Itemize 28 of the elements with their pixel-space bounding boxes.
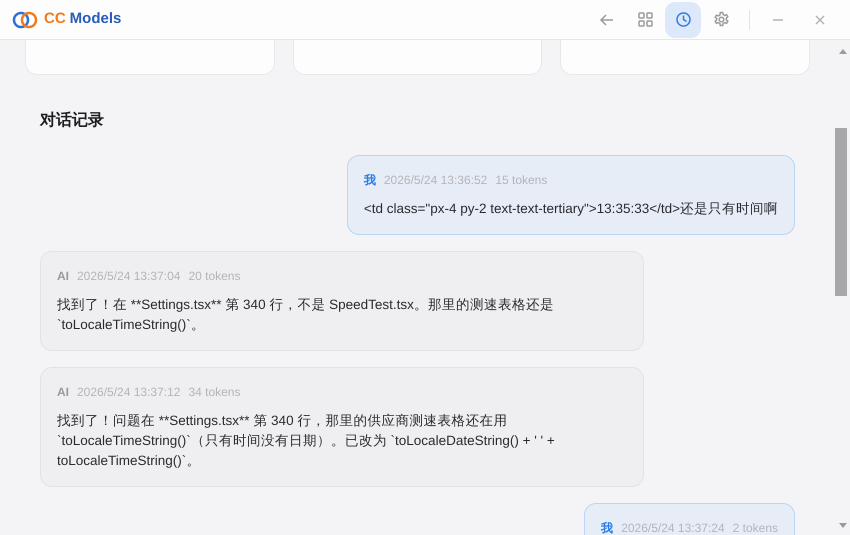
scroll-up-icon[interactable] — [839, 48, 847, 54]
app-title: CC — [44, 9, 66, 30]
message-time: 2026/5/24 13:36:52 — [384, 172, 488, 189]
message-time: 2026/5/24 13:37:04 — [77, 268, 180, 285]
message-text: <td class="px-4 py-2 text-text-tertiary">13:35:33</td>还是只有时间啊 — [364, 200, 778, 218]
settings-icon — [712, 11, 730, 28]
token-count: 15 tokens — [495, 172, 548, 189]
close-icon — [813, 12, 827, 26]
message-time: 2026/5/24 13:37:12 — [77, 384, 180, 401]
message-time: 2026/5/24 13:37:24 — [621, 520, 725, 535]
section-title: 对话记录 — [40, 110, 105, 131]
clock-icon — [674, 11, 692, 28]
sender-label: AI — [57, 384, 69, 401]
rings-logo-icon — [12, 10, 38, 30]
token-count: 20 tokens — [188, 268, 240, 285]
clock-button[interactable] — [665, 2, 701, 38]
minimize-icon — [773, 18, 783, 20]
message-text: 找到了！问题在 **Settings.tsx** 第 340 行，那里的供应商测速表格还在用 `toLocaleTimeString()`（只有时间没有日期）。已改为 `toLocaleDateString() + ' ' + toLocaleTimeString()`。 — [57, 412, 556, 470]
grid-icon — [636, 11, 654, 28]
scroll-down-icon[interactable] — [839, 523, 847, 529]
app-title: Models — [70, 9, 122, 30]
token-count: 34 tokens — [188, 384, 240, 401]
sender-label: 我 — [601, 520, 614, 535]
sender-label: 我 — [364, 172, 376, 189]
sender-label: AI — [57, 268, 69, 285]
back-arrow-icon — [599, 12, 615, 28]
token-count: 2 tokens — [732, 520, 778, 535]
message-text: 找到了！在 **Settings.tsx** 第 340 行，不是 SpeedTest.tsx。那里的测速表格还是 `toLocaleTimeString()`。 — [57, 296, 555, 334]
